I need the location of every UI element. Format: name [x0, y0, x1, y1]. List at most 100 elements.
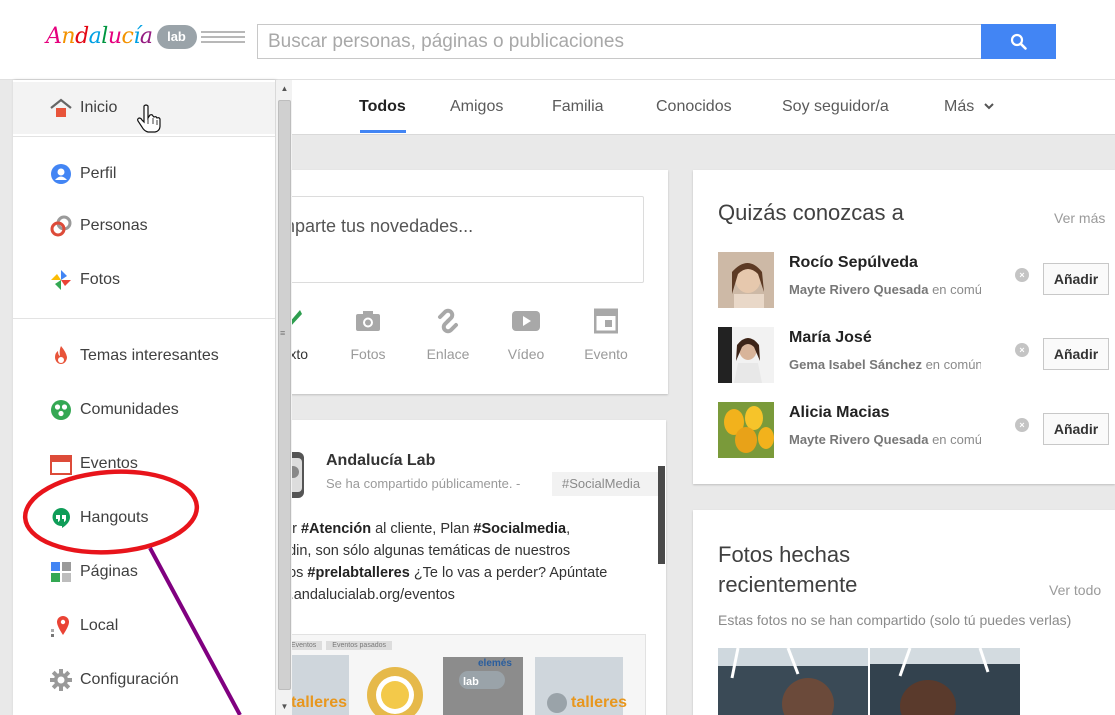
- profile-icon: [49, 162, 73, 186]
- sidebar-item-label: Temas interesantes: [80, 347, 219, 364]
- sidebar-item-label: Inicio: [80, 99, 118, 116]
- share-video-button[interactable]: Vídeo: [496, 304, 556, 362]
- mutual-suffix: en común: [932, 432, 981, 447]
- people-icon: [49, 214, 73, 238]
- sidebar-item-label: Páginas: [80, 563, 138, 580]
- sidebar-item-label: Configuración: [80, 671, 179, 688]
- mutual-suffix: en común: [932, 282, 981, 297]
- post-link[interactable]: w.andalucialab.org/eventos: [280, 584, 650, 606]
- suggestion-name[interactable]: Rocío Sepúlveda: [789, 254, 918, 272]
- hashtag-link[interactable]: #Atención: [301, 521, 371, 537]
- add-button[interactable]: Añadir: [1043, 338, 1109, 370]
- hashtag-link[interactable]: #prelabtalleres: [307, 565, 409, 581]
- sidebar-item-personas[interactable]: Personas: [13, 206, 275, 246]
- grip-icon: ≡: [280, 328, 286, 338]
- search-button[interactable]: [981, 24, 1056, 59]
- tab-seguidor[interactable]: Soy seguidor/a: [782, 98, 889, 116]
- stream-tabs: Todos Amigos Familia Conocidos Soy segui…: [292, 80, 1115, 135]
- tab-mas[interactable]: Más: [944, 98, 995, 116]
- post-attachment-image[interactable]: Eventos Eventos pasados talleres lab ele…: [282, 634, 646, 715]
- suggestions-card: Quizás conozcas a Ver más Rocío Sepúlved…: [693, 170, 1115, 484]
- suggestions-see-more-link[interactable]: Ver más: [1054, 210, 1105, 226]
- photo-thumbnail[interactable]: [718, 648, 868, 715]
- sidebar-item-hangouts[interactable]: Hangouts: [13, 498, 275, 538]
- dismiss-icon[interactable]: ×: [1015, 343, 1029, 357]
- share-prompt: mparte tus novedades...: [280, 216, 474, 236]
- hashtag-link[interactable]: #Socialmedia: [473, 521, 566, 537]
- logo-badge: lab: [156, 24, 197, 49]
- post-author-name[interactable]: Andalucía Lab: [326, 452, 435, 470]
- chevron-down-icon: [983, 103, 994, 110]
- sidebar-item-local[interactable]: Local: [13, 606, 275, 646]
- attachment-collage: talleres lab elemés talleres: [287, 655, 627, 715]
- suggestion-item: Alicia Macias Mayte Rivero Quesada en co…: [693, 402, 1115, 462]
- suggestion-item: María José Gema Isabel Sánchez en común …: [693, 327, 1115, 387]
- share-photos-button[interactable]: Fotos: [338, 304, 398, 362]
- tab-todos[interactable]: Todos: [359, 98, 406, 116]
- post-card: Andalucía Lab Se ha compartido públicame…: [270, 420, 666, 715]
- share-event-label: Evento: [584, 346, 628, 362]
- photos-title: Fotos hechas recientemente: [718, 542, 858, 597]
- dismiss-icon[interactable]: ×: [1015, 268, 1029, 282]
- tab-conocidos[interactable]: Conocidos: [656, 98, 732, 116]
- logo-tagline: [200, 30, 245, 43]
- tab-familia[interactable]: Familia: [552, 98, 604, 116]
- location-pin-icon: [49, 614, 73, 638]
- scrollbar-thumb[interactable]: [278, 100, 291, 690]
- suggestion-name[interactable]: Alicia Macias: [789, 404, 890, 422]
- add-button[interactable]: Añadir: [1043, 413, 1109, 445]
- recent-photos-card: Fotos hechas recientemente Ver todo Esta…: [693, 510, 1115, 715]
- sidebar-item-label: Personas: [80, 217, 148, 234]
- sidebar-item-fotos[interactable]: Fotos: [13, 260, 275, 300]
- sidebar-item-temas[interactable]: Temas interesantes: [13, 336, 275, 376]
- hangouts-icon: [49, 506, 73, 530]
- share-link-button[interactable]: Enlace: [418, 304, 478, 362]
- sidebar-item-comunidades[interactable]: Comunidades: [13, 390, 275, 430]
- post-text: ¿Te lo vas a perder? Apúntate: [409, 565, 608, 581]
- dismiss-icon[interactable]: ×: [1015, 418, 1029, 432]
- mutual-contact: Mayte Rivero Quesada: [789, 432, 929, 447]
- sidebar-item-paginas[interactable]: Páginas: [13, 552, 275, 592]
- avatar[interactable]: [718, 402, 774, 458]
- avatar[interactable]: [718, 252, 774, 308]
- sidebar-item-eventos[interactable]: Eventos: [13, 444, 275, 484]
- collage-text-3: elemés: [478, 658, 512, 669]
- sidebar-item-label: Fotos: [80, 271, 121, 288]
- post-text: edin, son sólo algunas temáticas de nues…: [280, 543, 571, 559]
- avatar[interactable]: [718, 327, 774, 383]
- sidebar-item-perfil[interactable]: Perfil: [13, 154, 275, 194]
- active-tab-indicator: [360, 130, 406, 133]
- search-icon: [1010, 33, 1027, 50]
- post-text: al cliente, Plan: [371, 521, 474, 537]
- calendar-icon: [49, 452, 73, 476]
- photos-see-all-link[interactable]: Ver todo: [1049, 582, 1101, 598]
- sidebar-item-configuracion[interactable]: Configuración: [13, 660, 275, 700]
- suggestion-name[interactable]: María José: [789, 329, 872, 347]
- sidebar-item-label: Eventos: [80, 455, 138, 472]
- photos-note: Estas fotos no se han compartido (solo t…: [718, 612, 1072, 628]
- scroll-down-icon[interactable]: ▼: [276, 698, 293, 715]
- flame-icon: [49, 344, 73, 368]
- add-button[interactable]: Añadir: [1043, 263, 1109, 295]
- home-icon: [49, 96, 73, 120]
- gear-icon: [49, 668, 73, 692]
- brand-logo[interactable]: Andalucía lab: [46, 24, 245, 49]
- hand-cursor-icon: [137, 104, 161, 133]
- post-scrollbar[interactable]: [658, 466, 665, 564]
- sidebar-scrollbar[interactable]: ▲ ≡ ▼: [275, 80, 292, 715]
- tab-amigos[interactable]: Amigos: [450, 98, 503, 116]
- sidebar-item-label: Hangouts: [80, 509, 149, 526]
- photo-thumbnail[interactable]: [870, 648, 1020, 715]
- search-input[interactable]: [257, 24, 983, 59]
- collage-text-4: talleres: [571, 694, 627, 711]
- share-input[interactable]: mparte tus novedades...: [270, 196, 644, 283]
- tab-mas-label: Más: [944, 98, 975, 115]
- scroll-up-icon[interactable]: ▲: [276, 80, 293, 97]
- share-event-button[interactable]: Evento: [576, 304, 636, 362]
- suggestions-title: Quizás conozcas a: [718, 200, 904, 225]
- post-hashtag[interactable]: #SocialMedia: [552, 472, 660, 496]
- communities-icon: [49, 398, 73, 422]
- mutual-contact: Gema Isabel Sánchez: [789, 357, 922, 372]
- suggestion-mutual: Mayte Rivero Quesada en común: [789, 432, 981, 447]
- pages-icon: [49, 560, 73, 584]
